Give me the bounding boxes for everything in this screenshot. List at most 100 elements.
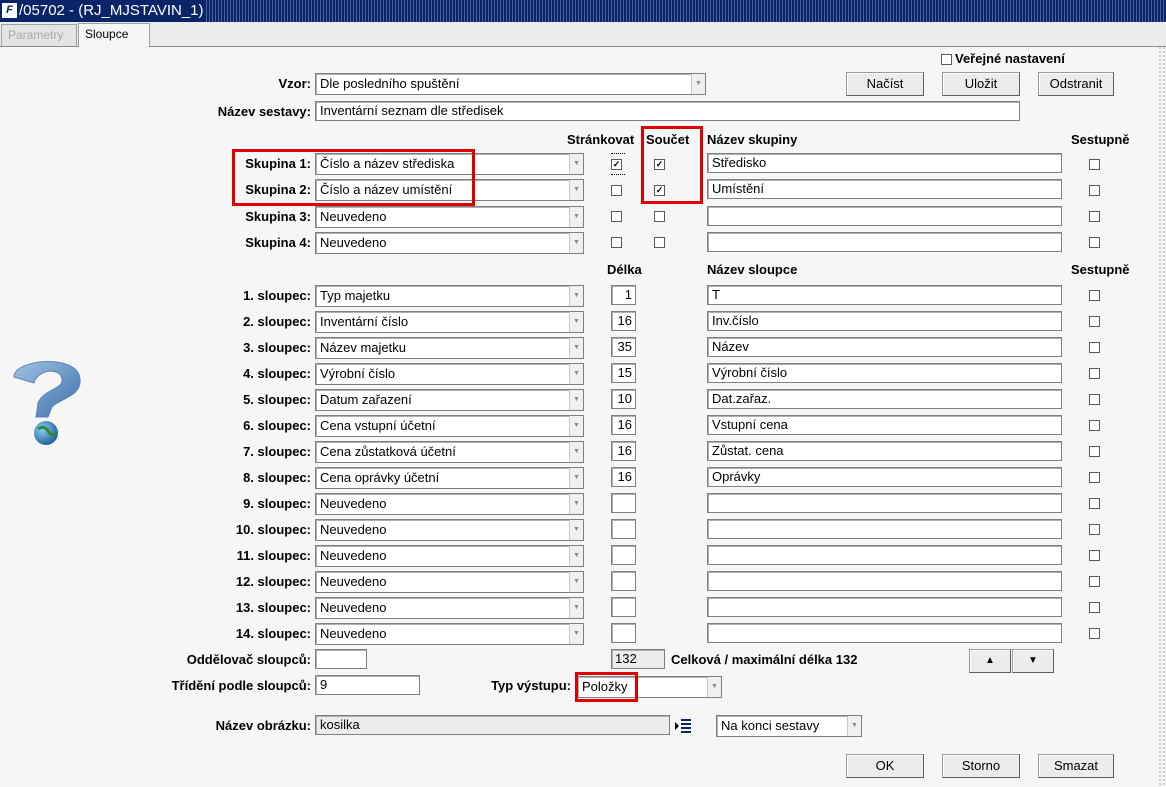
column-10-descending-checkbox[interactable]: [1089, 524, 1100, 535]
column-8-name-input[interactable]: Oprávky: [707, 467, 1062, 487]
column-5-length-input[interactable]: 10: [611, 389, 636, 409]
group-3-select[interactable]: Neuvedeno ▼: [315, 206, 584, 228]
chevron-down-icon[interactable]: ▼: [569, 154, 583, 174]
public-settings-checkbox[interactable]: [941, 54, 952, 65]
group-1-paging-checkbox[interactable]: ✓: [611, 159, 622, 170]
ok-button[interactable]: OK: [846, 754, 924, 778]
image-name-input[interactable]: kosilka: [315, 715, 670, 735]
chevron-down-icon[interactable]: ▼: [569, 624, 583, 644]
column-1-descending-checkbox[interactable]: [1089, 290, 1100, 301]
group-1-name-input[interactable]: Středisko: [707, 153, 1062, 173]
tab-parametry[interactable]: Parametry: [1, 24, 77, 46]
column-9-name-input[interactable]: [707, 493, 1062, 513]
delete-button[interactable]: Smazat: [1038, 754, 1114, 778]
column-9-select[interactable]: Neuvedeno ▼: [315, 493, 584, 515]
separator-input[interactable]: [315, 649, 367, 669]
column-11-length-input[interactable]: [611, 545, 636, 565]
column-1-name-input[interactable]: T: [707, 285, 1062, 305]
column-12-name-input[interactable]: [707, 571, 1062, 591]
column-12-descending-checkbox[interactable]: [1089, 576, 1100, 587]
chevron-down-icon[interactable]: ▼: [569, 520, 583, 540]
chevron-down-icon[interactable]: ▼: [569, 442, 583, 462]
chevron-down-icon[interactable]: ▼: [691, 74, 705, 94]
column-10-select[interactable]: Neuvedeno ▼: [315, 519, 584, 541]
chevron-down-icon[interactable]: ▼: [569, 416, 583, 436]
group-3-sum-checkbox[interactable]: [654, 211, 665, 222]
group-2-sum-checkbox[interactable]: ✓: [654, 185, 665, 196]
chevron-down-icon[interactable]: ▼: [707, 677, 721, 697]
group-4-descending-checkbox[interactable]: [1089, 237, 1100, 248]
group-2-select[interactable]: Číslo a název umístění ▼: [315, 179, 584, 201]
column-7-length-input[interactable]: 16: [611, 441, 636, 461]
report-name-input[interactable]: Inventární seznam dle středisek: [315, 101, 1020, 121]
column-8-length-input[interactable]: 16: [611, 467, 636, 487]
column-11-descending-checkbox[interactable]: [1089, 550, 1100, 561]
chevron-down-icon[interactable]: ▼: [569, 546, 583, 566]
group-1-sum-checkbox[interactable]: ✓: [654, 159, 665, 170]
chevron-down-icon[interactable]: ▼: [569, 207, 583, 227]
group-3-paging-checkbox[interactable]: [611, 211, 622, 222]
column-9-descending-checkbox[interactable]: [1089, 498, 1100, 509]
group-3-descending-checkbox[interactable]: [1089, 211, 1100, 222]
move-down-button[interactable]: ▼: [1012, 649, 1054, 673]
column-10-length-input[interactable]: [611, 519, 636, 539]
column-3-select[interactable]: Název majetku ▼: [315, 337, 584, 359]
column-12-select[interactable]: Neuvedeno ▼: [315, 571, 584, 593]
column-6-name-input[interactable]: Vstupní cena: [707, 415, 1062, 435]
chevron-down-icon[interactable]: ▼: [569, 364, 583, 384]
save-button[interactable]: Uložit: [942, 72, 1020, 96]
column-4-name-input[interactable]: Výrobní číslo: [707, 363, 1062, 383]
column-4-select[interactable]: Výrobní číslo ▼: [315, 363, 584, 385]
column-14-select[interactable]: Neuvedeno ▼: [315, 623, 584, 645]
chevron-down-icon[interactable]: ▼: [569, 390, 583, 410]
column-6-length-input[interactable]: 16: [611, 415, 636, 435]
column-4-length-input[interactable]: 15: [611, 363, 636, 383]
remove-button[interactable]: Odstranit: [1038, 72, 1114, 96]
load-button[interactable]: Načíst: [846, 72, 924, 96]
column-13-descending-checkbox[interactable]: [1089, 602, 1100, 613]
move-up-button[interactable]: ▲: [969, 649, 1011, 673]
column-3-length-input[interactable]: 35: [611, 337, 636, 357]
image-position-select[interactable]: Na konci sestavy ▼: [716, 715, 862, 737]
group-4-select[interactable]: Neuvedeno ▼: [315, 232, 584, 254]
column-11-select[interactable]: Neuvedeno ▼: [315, 545, 584, 567]
column-13-name-input[interactable]: [707, 597, 1062, 617]
column-14-name-input[interactable]: [707, 623, 1062, 643]
column-8-select[interactable]: Cena oprávky účetní ▼: [315, 467, 584, 489]
column-14-descending-checkbox[interactable]: [1089, 628, 1100, 639]
chevron-down-icon[interactable]: ▼: [569, 233, 583, 253]
column-7-descending-checkbox[interactable]: [1089, 446, 1100, 457]
chevron-down-icon[interactable]: ▼: [569, 494, 583, 514]
chevron-down-icon[interactable]: ▼: [569, 312, 583, 332]
column-11-name-input[interactable]: [707, 545, 1062, 565]
template-select[interactable]: Dle posledního spuštění ▼: [315, 73, 706, 95]
group-1-select[interactable]: Číslo a název střediska ▼: [315, 153, 584, 175]
group-3-name-input[interactable]: [707, 206, 1062, 226]
column-9-length-input[interactable]: [611, 493, 636, 513]
column-1-select[interactable]: Typ majetku ▼: [315, 285, 584, 307]
column-2-length-input[interactable]: 16: [611, 311, 636, 331]
column-2-name-input[interactable]: Inv.číslo: [707, 311, 1062, 331]
column-8-descending-checkbox[interactable]: [1089, 472, 1100, 483]
column-14-length-input[interactable]: [611, 623, 636, 643]
group-4-paging-checkbox[interactable]: [611, 237, 622, 248]
column-5-name-input[interactable]: Dat.zařaz.: [707, 389, 1062, 409]
column-7-select[interactable]: Cena zůstatková účetní ▼: [315, 441, 584, 463]
column-13-length-input[interactable]: [611, 597, 636, 617]
column-13-select[interactable]: Neuvedeno ▼: [315, 597, 584, 619]
column-3-name-input[interactable]: Název: [707, 337, 1062, 357]
column-2-select[interactable]: Inventární číslo ▼: [315, 311, 584, 333]
group-2-name-input[interactable]: Umístění: [707, 179, 1062, 199]
group-4-sum-checkbox[interactable]: [654, 237, 665, 248]
column-6-select[interactable]: Cena vstupní účetní ▼: [315, 415, 584, 437]
chevron-down-icon[interactable]: ▼: [569, 338, 583, 358]
column-3-descending-checkbox[interactable]: [1089, 342, 1100, 353]
chevron-down-icon[interactable]: ▼: [847, 716, 861, 736]
tab-sloupce[interactable]: Sloupce: [78, 23, 150, 47]
column-4-descending-checkbox[interactable]: [1089, 368, 1100, 379]
column-6-descending-checkbox[interactable]: [1089, 420, 1100, 431]
chevron-down-icon[interactable]: ▼: [569, 572, 583, 592]
chevron-down-icon[interactable]: ▼: [569, 286, 583, 306]
list-picker-icon[interactable]: [673, 715, 693, 737]
chevron-down-icon[interactable]: ▼: [569, 180, 583, 200]
